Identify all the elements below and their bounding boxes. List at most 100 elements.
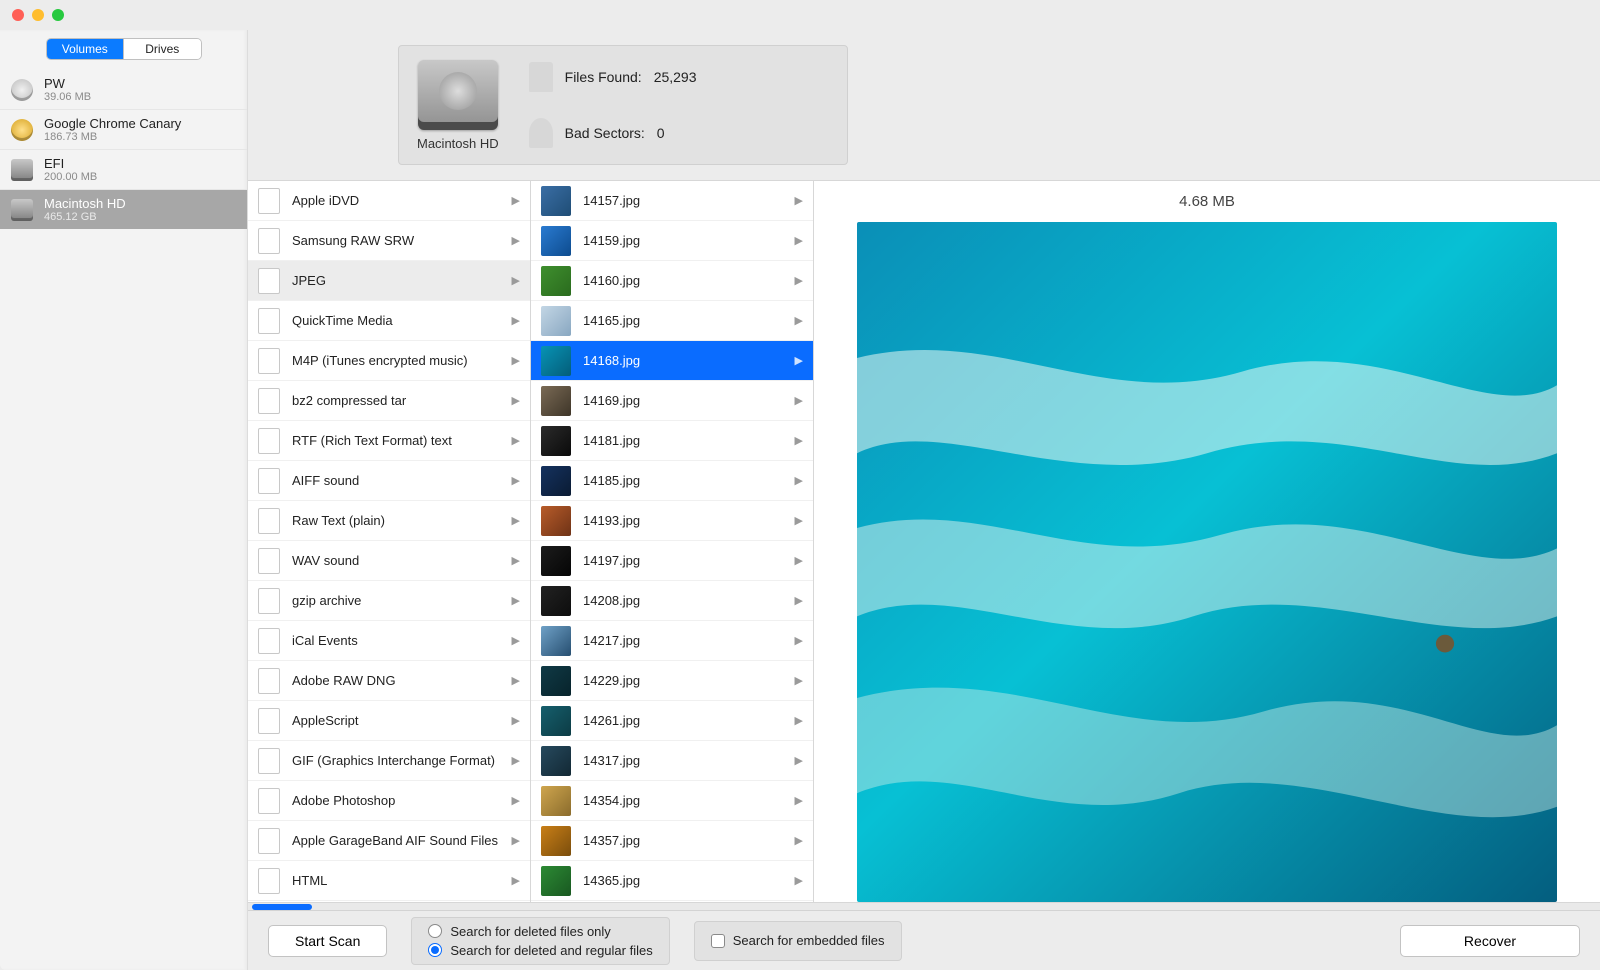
file-type-label: Raw Text (plain) bbox=[292, 513, 506, 528]
file-type-row[interactable]: JPEG▶ bbox=[248, 261, 530, 301]
file-row[interactable]: 14357.jpg▶ bbox=[531, 821, 813, 861]
file-types-column[interactable]: Apple iDVD▶Samsung RAW SRW▶JPEG▶QuickTim… bbox=[248, 181, 531, 902]
option-deleted-only[interactable]: Search for deleted files only bbox=[428, 924, 652, 939]
body: Volumes Drives PW39.06 MBGoogle Chrome C… bbox=[0, 30, 1600, 970]
zoom-window-button[interactable] bbox=[52, 9, 64, 21]
file-type-label: QuickTime Media bbox=[292, 313, 506, 328]
option-label: Search for deleted and regular files bbox=[450, 943, 652, 958]
files-found-label: Files Found: bbox=[565, 69, 642, 85]
file-row[interactable]: 14193.jpg▶ bbox=[531, 501, 813, 541]
file-thumbnail bbox=[541, 386, 571, 416]
file-name: 14193.jpg bbox=[583, 513, 789, 528]
segment-drives[interactable]: Drives bbox=[123, 39, 201, 59]
volume-size: 200.00 MB bbox=[44, 171, 97, 183]
scrollbar-knob[interactable] bbox=[252, 904, 312, 910]
volume-item[interactable]: Macintosh HD465.12 GB bbox=[0, 189, 247, 229]
volume-size: 465.12 GB bbox=[44, 211, 126, 223]
file-thumbnail bbox=[541, 346, 571, 376]
file-type-row[interactable]: AIFF sound▶ bbox=[248, 461, 530, 501]
file-thumbnail bbox=[541, 186, 571, 216]
file-type-label: AppleScript bbox=[292, 713, 506, 728]
horizontal-scrollbar[interactable] bbox=[248, 902, 1600, 910]
option-label: Search for embedded files bbox=[733, 933, 885, 948]
file-type-row[interactable]: HTML▶ bbox=[248, 861, 530, 901]
chevron-right-icon: ▶ bbox=[512, 314, 520, 327]
chevron-right-icon: ▶ bbox=[512, 754, 520, 767]
minimize-window-button[interactable] bbox=[32, 9, 44, 21]
embedded-option-box: Search for embedded files bbox=[694, 921, 902, 961]
chevron-right-icon: ▶ bbox=[512, 274, 520, 287]
file-row[interactable]: 14261.jpg▶ bbox=[531, 701, 813, 741]
option-deleted-and-regular[interactable]: Search for deleted and regular files bbox=[428, 943, 652, 958]
file-row[interactable]: 14160.jpg▶ bbox=[531, 261, 813, 301]
file-thumbnail bbox=[541, 506, 571, 536]
file-type-label: WAV sound bbox=[292, 553, 506, 568]
file-row[interactable]: 14208.jpg▶ bbox=[531, 581, 813, 621]
volume-size: 186.73 MB bbox=[44, 131, 181, 143]
file-row[interactable]: 14197.jpg▶ bbox=[531, 541, 813, 581]
volume-name: EFI bbox=[44, 156, 97, 171]
file-type-row[interactable]: AppleScript ▶ bbox=[248, 701, 530, 741]
file-type-row[interactable]: Adobe RAW DNG▶ bbox=[248, 661, 530, 701]
file-type-row[interactable]: QuickTime Media ▶ bbox=[248, 301, 530, 341]
chevron-right-icon: ▶ bbox=[512, 594, 520, 607]
option-embedded-files[interactable]: Search for embedded files bbox=[711, 933, 885, 948]
chevron-right-icon: ▶ bbox=[512, 634, 520, 647]
file-type-icon bbox=[258, 788, 280, 814]
file-row[interactable]: 14365.jpg▶ bbox=[531, 861, 813, 901]
file-type-row[interactable]: WAV sound▶ bbox=[248, 541, 530, 581]
file-type-row[interactable]: Raw Text (plain)▶ bbox=[248, 501, 530, 541]
file-row[interactable]: 14157.jpg▶ bbox=[531, 181, 813, 221]
file-type-row[interactable]: bz2 compressed tar▶ bbox=[248, 381, 530, 421]
volume-list: PW39.06 MBGoogle Chrome Canary186.73 MBE… bbox=[0, 70, 247, 229]
recover-button[interactable]: Recover bbox=[1400, 925, 1580, 957]
file-type-icon bbox=[258, 348, 280, 374]
chevron-right-icon: ▶ bbox=[795, 234, 803, 247]
file-row[interactable]: 14169.jpg▶ bbox=[531, 381, 813, 421]
file-row[interactable]: 14229.jpg▶ bbox=[531, 661, 813, 701]
file-type-row[interactable]: gzip archive▶ bbox=[248, 581, 530, 621]
chevron-right-icon: ▶ bbox=[795, 794, 803, 807]
file-row[interactable]: 14217.jpg▶ bbox=[531, 621, 813, 661]
file-thumbnail bbox=[541, 626, 571, 656]
file-name: 14208.jpg bbox=[583, 593, 789, 608]
file-type-row[interactable]: Apple iDVD▶ bbox=[248, 181, 530, 221]
file-type-row[interactable]: Adobe Photoshop▶ bbox=[248, 781, 530, 821]
file-row[interactable]: 14181.jpg▶ bbox=[531, 421, 813, 461]
file-type-row[interactable]: Samsung RAW SRW▶ bbox=[248, 221, 530, 261]
volume-icon bbox=[10, 158, 34, 182]
volume-item[interactable]: Google Chrome Canary186.73 MB bbox=[0, 109, 247, 149]
file-type-row[interactable]: RTF (Rich Text Format) text▶ bbox=[248, 421, 530, 461]
close-window-button[interactable] bbox=[12, 9, 24, 21]
files-icon bbox=[529, 62, 553, 92]
files-column[interactable]: 14157.jpg▶14159.jpg▶14160.jpg▶14165.jpg▶… bbox=[531, 181, 814, 902]
volume-item[interactable]: EFI200.00 MB bbox=[0, 149, 247, 189]
preview-image bbox=[857, 222, 1557, 902]
file-row[interactable]: 14159.jpg▶ bbox=[531, 221, 813, 261]
sidebar: Volumes Drives PW39.06 MBGoogle Chrome C… bbox=[0, 30, 248, 970]
file-type-row[interactable]: Apple GarageBand AIF Sound Files▶ bbox=[248, 821, 530, 861]
file-row[interactable]: 14168.jpg▶ bbox=[531, 341, 813, 381]
file-type-label: GIF (Graphics Interchange Format) bbox=[292, 753, 506, 768]
file-thumbnail bbox=[541, 586, 571, 616]
bad-sectors-icon bbox=[529, 118, 553, 148]
file-type-label: Samsung RAW SRW bbox=[292, 233, 506, 248]
titlebar bbox=[0, 0, 1600, 30]
file-row[interactable]: 14317.jpg▶ bbox=[531, 741, 813, 781]
volume-icon bbox=[10, 198, 34, 222]
chevron-right-icon: ▶ bbox=[512, 714, 520, 727]
file-row[interactable]: 14185.jpg▶ bbox=[531, 461, 813, 501]
file-type-row[interactable]: M4P (iTunes encrypted music)▶ bbox=[248, 341, 530, 381]
start-scan-button[interactable]: Start Scan bbox=[268, 925, 387, 957]
file-thumbnail bbox=[541, 546, 571, 576]
file-row[interactable]: 14165.jpg▶ bbox=[531, 301, 813, 341]
chevron-right-icon: ▶ bbox=[512, 874, 520, 887]
preview-file-size: 4.68 MB bbox=[1179, 193, 1235, 210]
segment-volumes[interactable]: Volumes bbox=[47, 39, 124, 59]
file-row[interactable]: 14354.jpg▶ bbox=[531, 781, 813, 821]
chevron-right-icon: ▶ bbox=[795, 394, 803, 407]
file-name: 14365.jpg bbox=[583, 873, 789, 888]
volume-item[interactable]: PW39.06 MB bbox=[0, 70, 247, 109]
file-type-row[interactable]: iCal Events▶ bbox=[248, 621, 530, 661]
file-type-row[interactable]: GIF (Graphics Interchange Format) ▶ bbox=[248, 741, 530, 781]
